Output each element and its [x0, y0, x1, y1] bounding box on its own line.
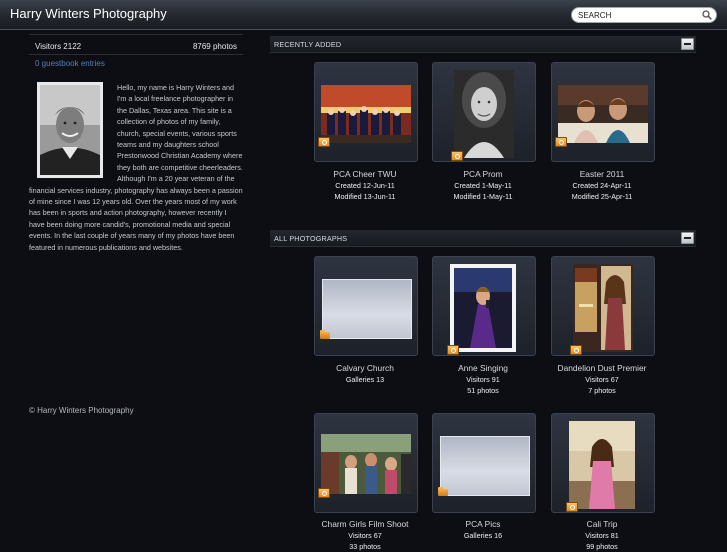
all-photographs-label: ALL PHOTOGRAPHS [274, 234, 348, 243]
gallery-caption: Anne Singing Visitors 91 51 photos [424, 362, 542, 396]
gallery-card-pca-pics[interactable] [432, 413, 536, 513]
gallery-title[interactable]: PCA Prom [424, 168, 542, 180]
gallery-card-pca-prom[interactable] [432, 62, 536, 162]
site-title[interactable]: Harry Winters Photography [10, 6, 167, 21]
gallery-card-cali-trip[interactable] [551, 413, 655, 513]
gallery-thumbnail[interactable] [450, 264, 516, 352]
gallery-caption: PCA Prom Created 1-May-11 Modified 1-May… [424, 168, 542, 202]
gallery-caption: Dandelion Dust Premier Visitors 67 7 pho… [543, 362, 661, 396]
gallery-stat: 7 photos [588, 386, 616, 395]
search-box[interactable] [571, 7, 717, 23]
gallery-card-pca-cheer-twu[interactable] [314, 62, 418, 162]
photo-count: 8769 photos [192, 42, 237, 51]
stats-bar: Visitors 2122 8769 photos [29, 34, 243, 55]
profile-sidebar: Visitors 2122 8769 photos 0 guestbook en… [29, 34, 243, 252]
gallery-stat: 99 photos [586, 542, 618, 551]
search-input[interactable] [578, 8, 690, 22]
gallery-caption: Charm Girls Film Shoot Visitors 67 33 ph… [306, 518, 424, 552]
gallery-modified: Modified 25-Apr-11 [571, 192, 633, 201]
gallery-modified: Modified 1-May-11 [453, 192, 513, 201]
gallery-title[interactable]: Charm Girls Film Shoot [306, 518, 424, 530]
gallery-thumbnail[interactable] [573, 264, 633, 352]
gallery-badge-icon [566, 502, 578, 512]
gallery-thumbnail[interactable] [558, 85, 648, 143]
visitor-count: Visitors 2122 [35, 42, 82, 51]
gallery-thumbnail[interactable] [454, 70, 514, 158]
gallery-stat: 51 photos [467, 386, 499, 395]
guestbook-link[interactable]: 0 guestbook entries [35, 59, 243, 68]
gallery-thumbnail[interactable] [569, 421, 635, 509]
gallery-card-calvary-church[interactable] [314, 256, 418, 356]
folder-icon [320, 330, 330, 339]
gallery-badge-icon [555, 137, 567, 147]
gallery-caption: Cali Trip Visitors 81 99 photos [543, 518, 661, 552]
gallery-caption: Calvary Church Galleries 13 [306, 362, 424, 385]
gallery-stat: Visitors 81 [585, 531, 619, 540]
gallery-created: Created 24-Apr-11 [572, 181, 632, 190]
gallery-title[interactable]: Dandelion Dust Premier [543, 362, 661, 374]
gallery-title[interactable]: PCA Pics [424, 518, 542, 530]
gallery-created: Created 1-May-11 [454, 181, 512, 190]
all-photographs-header: ALL PHOTOGRAPHS [270, 230, 696, 247]
gallery-thumbnail[interactable] [321, 434, 411, 494]
gallery-card-anne-singing[interactable] [432, 256, 536, 356]
gallery-card-easter-2011[interactable] [551, 62, 655, 162]
gallery-title[interactable]: Easter 2011 [543, 168, 661, 180]
gallery-card-dandelion-dust-premier[interactable] [551, 256, 655, 356]
bio-section: Hello, my name is Harry Winters and I'm … [29, 82, 243, 253]
gallery-modified: Modified 13-Jun-11 [334, 192, 396, 201]
gallery-badge-icon [447, 345, 459, 355]
gallery-title[interactable]: Anne Singing [424, 362, 542, 374]
recently-added-label: RECENTLY ADDED [274, 40, 342, 49]
gallery-stat: Visitors 91 [466, 375, 500, 384]
gallery-stat: Galleries 13 [345, 375, 385, 384]
gallery-caption: Easter 2011 Created 24-Apr-11 Modified 2… [543, 168, 661, 202]
folder-thumbnail[interactable] [322, 279, 412, 339]
collapse-all-button[interactable] [681, 232, 694, 244]
copyright-footer: © Harry Winters Photography [29, 406, 134, 415]
collapse-recent-button[interactable] [681, 38, 694, 50]
folder-thumbnail[interactable] [440, 436, 530, 496]
gallery-title[interactable]: PCA Cheer TWU [306, 168, 424, 180]
gallery-badge-icon [318, 488, 330, 498]
gallery-badge-icon [570, 345, 582, 355]
gallery-stat: Visitors 67 [348, 531, 382, 540]
gallery-badge-icon [451, 151, 463, 161]
site-header: Harry Winters Photography [0, 0, 727, 30]
gallery-caption: PCA Cheer TWU Created 12-Jun-11 Modified… [306, 168, 424, 202]
gallery-title[interactable]: Calvary Church [306, 362, 424, 374]
gallery-card-charm-girls-film-shoot[interactable] [314, 413, 418, 513]
search-icon[interactable] [702, 10, 712, 20]
recently-added-header: RECENTLY ADDED [270, 36, 696, 53]
gallery-created: Created 12-Jun-11 [335, 181, 395, 190]
gallery-title[interactable]: Cali Trip [543, 518, 661, 530]
gallery-stat: 33 photos [349, 542, 381, 551]
gallery-badge-icon [318, 137, 330, 147]
profile-photo [37, 82, 103, 178]
folder-icon [438, 487, 448, 496]
gallery-thumbnail[interactable] [321, 85, 411, 143]
gallery-stat: Visitors 67 [585, 375, 619, 384]
gallery-stat: Galleries 16 [463, 531, 503, 540]
gallery-caption: PCA Pics Galleries 16 [424, 518, 542, 541]
